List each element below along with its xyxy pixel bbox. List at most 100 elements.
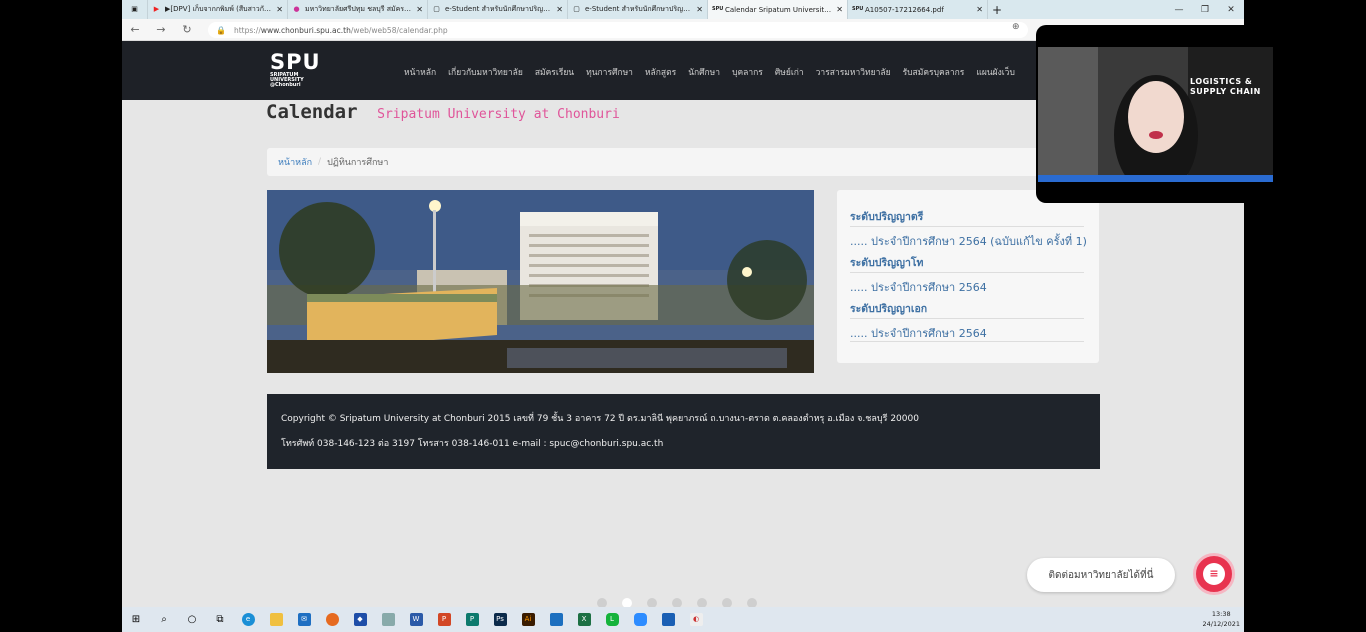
carousel-dot[interactable] [722,598,732,607]
calendar-link-doctoral[interactable]: ..... ประจำปีการศึกษา 2564 [850,318,1084,342]
breadcrumb-home-link[interactable]: หน้าหลัก [278,155,312,169]
notepad-icon[interactable] [374,607,402,632]
menu-item[interactable]: หน้าหลัก [404,65,436,79]
minimize-icon[interactable]: — [1166,5,1192,15]
cortana-icon[interactable]: ○ [178,607,206,632]
carousel-dots [597,598,757,607]
video-caption-line: SUPPLY CHAIN [1190,87,1261,96]
site-icon: ● [293,5,300,13]
close-window-icon[interactable]: ✕ [1218,5,1244,15]
video-call-overlay[interactable]: LOGISTICS & SUPPLY CHAIN [1036,25,1275,203]
search-icon[interactable]: ⌕ [150,607,178,632]
restore-icon[interactable]: ❐ [1192,5,1218,15]
spu-icon: SPU [852,6,864,12]
carousel-dot[interactable] [747,598,757,607]
webcam-feed: LOGISTICS & SUPPLY CHAIN [1038,47,1273,195]
back-icon[interactable]: ← [122,23,148,36]
menu-item[interactable]: นักศึกษา [688,65,720,79]
zoom-app-icon[interactable] [626,607,654,632]
file-explorer-icon[interactable] [262,607,290,632]
forward-icon[interactable]: → [148,23,174,36]
menu-item[interactable]: สมัครเรียน [535,65,574,79]
dropbox-icon[interactable]: ◆ [346,607,374,632]
tab-strip: ▣ ▶ ▶[DPV] เก็บจากกพิมพ์ (สืบสาวกัน) - ✕ ●… [122,0,1244,19]
illustrator-icon[interactable]: Ai [514,607,542,632]
menu-item[interactable]: รับสมัครบุคลากร [903,65,965,79]
campus-illustration [267,190,814,373]
footer-address: Copyright © Sripatum University at Chonb… [281,414,919,424]
calendar-link-master[interactable]: ..... ประจำปีการศึกษา 2564 [850,272,1084,296]
close-icon[interactable]: ✕ [416,5,423,14]
zoom-icon[interactable]: ⊕ [1012,22,1020,32]
calendar-link-bachelor[interactable]: ..... ประจำปีการศึกษา 2564 (ฉบับแก้ไข คร… [850,226,1087,250]
carousel-dot[interactable] [647,598,657,607]
paint-icon[interactable]: ◐ [682,607,710,632]
tab-label: Calendar Sripatum University Ch [725,5,834,14]
desktop: ▣ ▶ ▶[DPV] เก็บจากกพิมพ์ (สืบสาวกัน) - ✕ ●… [0,0,1366,632]
window-controls: — ❐ ✕ [1166,0,1244,19]
menu-item[interactable]: เกี่ยวกับมหาวิทยาลัย [448,65,523,79]
tab-3[interactable]: ▢ e-Student สำหรับนักศึกษาปริญญาตรี ✕ [568,0,708,19]
task-view-icon[interactable]: ⧉ [206,607,234,632]
tab-0[interactable]: ▶ ▶[DPV] เก็บจากกพิมพ์ (สืบสาวกัน) - ✕ [148,0,288,19]
chat-button[interactable]: ≡ [1193,553,1235,595]
word-icon[interactable]: W [402,607,430,632]
menu-item[interactable]: ศิษย์เก่า [775,65,804,79]
divider [850,341,1084,342]
line-icon[interactable]: L [598,607,626,632]
chat-prompt[interactable]: ติดต่อมหาวิทยาลัยได้ที่นี่ [1027,558,1175,592]
close-icon[interactable]: ✕ [836,5,843,14]
page-subtitle: Sripatum University at Chonburi [377,107,620,122]
system-clock[interactable]: 13:38 24/12/2021 [1203,609,1240,629]
video-caption-line: LOGISTICS & [1190,77,1253,86]
tab-1[interactable]: ● มหาวิทยาลัยศรีปทุม ชลบุรี สมัครเรียน ✕ [288,0,428,19]
spu-icon: SPU [712,6,724,12]
menu-item[interactable]: วารสารมหาวิทยาลัย [816,65,891,79]
close-icon[interactable]: ✕ [556,5,563,14]
tab-4[interactable]: SPU Calendar Sripatum University Ch ✕ [708,0,848,19]
tab-2[interactable]: ▢ e-Student สำหรับนักศึกษาปริญญาตรี ✕ [428,0,568,19]
menu-item[interactable]: หลักสูตร [645,65,676,79]
carousel-dot[interactable] [597,598,607,607]
section-heading-bachelor: ระดับปริญญาตรี [850,211,924,223]
tab-sidebar-toggle[interactable]: ▣ [122,0,148,19]
windows-start-icon[interactable]: ⊞ [122,607,150,632]
url-host: www.chonburi.spu.ac.th [260,25,351,35]
footer-contact: โทรศัพท์ 038-146-123 ต่อ 3197 โทรสาร 038… [281,439,664,449]
firefox-icon[interactable] [318,607,346,632]
taskbar: ⊞ ⌕ ○ ⧉ e ✉ ◆ W P P Ps Ai X L ◐ 13:38 24… [122,607,1244,632]
tab-label: ▶[DPV] เก็บจากกพิมพ์ (สืบสาวกัน) - [165,5,274,13]
tab-5[interactable]: SPU A10507-17212664.pdf ✕ [848,0,988,19]
publisher-icon[interactable]: P [458,607,486,632]
presenter-image [1038,47,1273,195]
carousel-dot[interactable] [672,598,682,607]
edge-icon[interactable]: e [234,607,262,632]
spu-logo[interactable]: SPU SRIPATUM UNIVERSITY @Chonburi [270,51,321,88]
url-path: /web/web58/calendar.php [350,25,448,35]
tab-label: e-Student สำหรับนักศึกษาปริญญาตรี [445,5,554,13]
menu-item[interactable]: แผนผังเว็บ [976,65,1014,79]
close-icon[interactable]: ✕ [276,5,283,14]
menu-item[interactable]: บุคลากร [732,65,763,79]
site-footer: Copyright © Sripatum University at Chonb… [267,394,1100,469]
url-field[interactable]: 🔒 https://www.chonburi.spu.ac.th/web/web… [208,22,1028,38]
excel-icon[interactable]: X [570,607,598,632]
new-tab-button[interactable]: + [988,3,1006,17]
powerpoint-icon[interactable]: P [430,607,458,632]
main-menu: หน้าหลัก เกี่ยวกับมหาวิทยาลัย สมัครเรียน… [404,65,1015,79]
photos-icon[interactable] [654,607,682,632]
page-title-main: Calendar [266,101,358,123]
close-icon[interactable]: ✕ [976,5,983,14]
video-caption: LOGISTICS & SUPPLY CHAIN [1190,77,1261,97]
refresh-icon[interactable]: ↻ [174,23,200,36]
menu-item[interactable]: ทุนการศึกษา [586,65,633,79]
calculator-icon[interactable] [542,607,570,632]
close-icon[interactable]: ✕ [696,5,703,14]
tab-label: e-Student สำหรับนักศึกษาปริญญาตรี [585,5,694,13]
calendar-links-panel: ระดับปริญญาตรี ..... ประจำปีการศึกษา 256… [837,190,1099,363]
carousel-dot-active[interactable] [622,598,632,607]
photoshop-icon[interactable]: Ps [486,607,514,632]
breadcrumb-separator: / [318,157,322,167]
mail-icon[interactable]: ✉ [290,607,318,632]
carousel-dot[interactable] [697,598,707,607]
